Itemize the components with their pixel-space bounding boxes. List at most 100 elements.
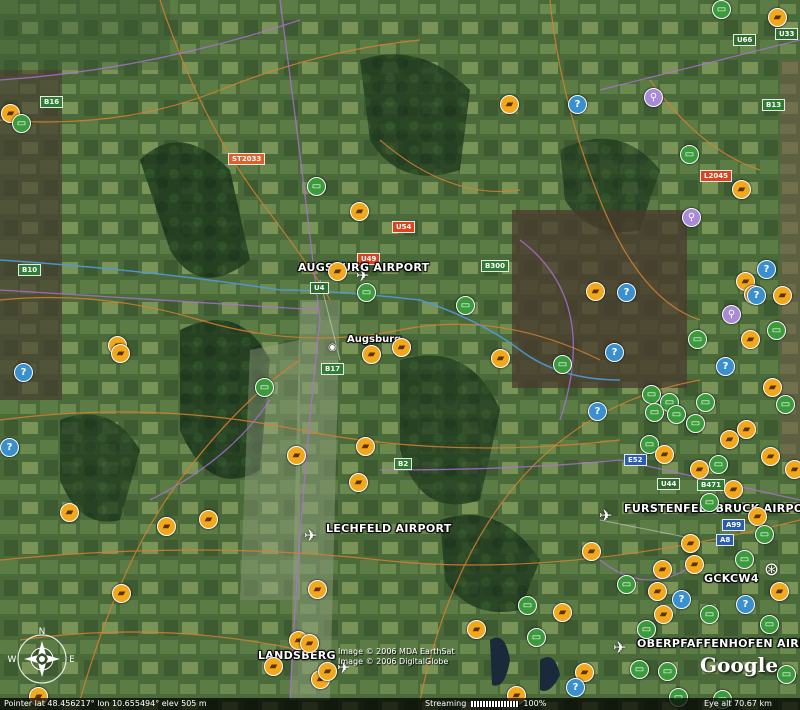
panorama-marker[interactable]: ▭ [642,385,661,404]
camera-marker[interactable]: ▰ [732,180,751,199]
camera-marker[interactable]: ▰ [500,95,519,114]
panorama-icon: ▭ [522,599,533,611]
question-marker[interactable]: ? [736,595,755,614]
question-marker[interactable]: ? [14,363,33,382]
lechfeld-airport-label[interactable]: LECHFELD AIRPORT [326,522,452,535]
panorama-marker[interactable]: ▭ [760,615,779,634]
question-marker[interactable]: ? [605,343,624,362]
camera-marker[interactable]: ▰ [111,344,130,363]
camera-marker[interactable]: ▰ [553,603,572,622]
camera-marker[interactable]: ▰ [582,542,601,561]
camera-marker[interactable]: ▰ [392,338,411,357]
camera-marker[interactable]: ▰ [770,582,789,601]
panorama-marker[interactable]: ▭ [688,330,707,349]
camera-marker[interactable]: ▰ [491,349,510,368]
question-marker[interactable]: ? [568,95,587,114]
target-icon[interactable]: ⊛ [764,561,779,579]
camera-marker[interactable]: ▰ [720,430,739,449]
panorama-icon: ▭ [764,618,775,630]
panorama-marker[interactable]: ▭ [527,628,546,647]
camera-marker[interactable]: ▰ [768,8,787,27]
panorama-marker[interactable]: ▭ [767,321,786,340]
panorama-marker[interactable]: ▭ [456,296,475,315]
panorama-marker[interactable]: ▭ [755,525,774,544]
city-pin-icon[interactable]: ◉ [328,340,337,356]
camera-marker[interactable]: ▰ [60,503,79,522]
oberpfaffenhofen-airport-label[interactable]: OBERPFAFFENHOFEN AIRP [637,637,800,650]
question-marker[interactable]: ? [757,260,776,279]
camera-marker[interactable]: ▰ [157,517,176,536]
camera-marker[interactable]: ▰ [648,582,667,601]
camera-marker[interactable]: ▰ [685,555,704,574]
camera-marker[interactable]: ▰ [112,584,131,603]
panorama-marker[interactable]: ▭ [735,550,754,569]
panorama-marker[interactable]: ▭ [696,393,715,412]
panorama-marker[interactable]: ▭ [680,145,699,164]
panorama-marker[interactable]: ▭ [307,177,326,196]
camera-marker[interactable]: ▰ [785,460,800,479]
airport-icon[interactable]: ✈ [599,508,612,524]
camera-marker[interactable]: ▰ [318,662,337,681]
camera-marker[interactable]: ▰ [308,580,327,599]
panorama-marker[interactable]: ▭ [553,355,572,374]
camera-marker[interactable]: ▰ [737,420,756,439]
question-marker[interactable]: ? [617,283,636,302]
question-marker[interactable]: ? [747,286,766,305]
panorama-marker[interactable]: ▭ [667,405,686,424]
map-view[interactable]: B16 ST2033 U54 U49 B10 B300 B17 B2 U66 U… [0,0,800,710]
camera-icon: ▰ [116,347,125,359]
compass-navigator[interactable]: N E W [5,625,79,693]
camera-marker[interactable]: ▰ [653,560,672,579]
camera-marker[interactable]: ▰ [350,202,369,221]
question-marker[interactable]: ? [0,438,19,457]
gckcw-label[interactable]: GCKCW4 [704,572,759,585]
camera-marker[interactable]: ▰ [761,447,780,466]
panorama-marker[interactable]: ▭ [357,283,376,302]
camera-marker[interactable]: ▰ [654,605,673,624]
camera-marker[interactable]: ▰ [773,286,792,305]
camera-marker[interactable]: ▰ [199,510,218,529]
panorama-marker[interactable]: ▭ [518,596,537,615]
camera-marker[interactable]: ▰ [724,480,743,499]
airport-icon[interactable]: ✈ [613,640,626,656]
panorama-marker[interactable]: ▭ [12,114,31,133]
placemark-marker[interactable]: ⚲ [682,208,701,227]
panorama-marker[interactable]: ▭ [255,378,274,397]
airport-icon[interactable]: ✈ [304,528,317,544]
question-icon: ? [611,346,618,358]
panorama-marker[interactable]: ▭ [637,620,656,639]
question-marker[interactable]: ? [716,357,735,376]
panorama-marker[interactable]: ▭ [630,660,649,679]
placemark-marker[interactable]: ⚲ [722,305,741,324]
panorama-marker[interactable]: ▭ [700,493,719,512]
camera-marker[interactable]: ▰ [655,445,674,464]
question-marker[interactable]: ? [566,678,585,697]
camera-marker[interactable]: ▰ [362,345,381,364]
panorama-marker[interactable]: ▭ [645,403,664,422]
camera-marker[interactable]: ▰ [264,657,283,676]
camera-marker[interactable]: ▰ [763,378,782,397]
camera-marker[interactable]: ▰ [356,437,375,456]
camera-marker[interactable]: ▰ [681,534,700,553]
panorama-marker[interactable]: ▭ [777,665,796,684]
panorama-marker[interactable]: ▭ [776,395,795,414]
camera-marker[interactable]: ▰ [586,282,605,301]
question-marker[interactable]: ? [672,590,691,609]
camera-marker[interactable]: ▰ [349,473,368,492]
camera-marker[interactable]: ▰ [690,460,709,479]
question-marker[interactable]: ? [588,402,607,421]
panorama-marker[interactable]: ▭ [709,455,728,474]
augsburg-airport-label[interactable]: AUGSBURG AIRPORT [298,261,429,274]
camera-marker[interactable]: ▰ [741,330,760,349]
camera-marker[interactable]: ▰ [300,634,319,653]
panorama-marker[interactable]: ▭ [712,0,731,19]
camera-marker[interactable]: ▰ [287,446,306,465]
camera-marker[interactable]: ▰ [328,262,347,281]
camera-marker[interactable]: ▰ [748,507,767,526]
panorama-marker[interactable]: ▭ [658,662,677,681]
camera-marker[interactable]: ▰ [467,620,486,639]
panorama-marker[interactable]: ▭ [617,575,636,594]
panorama-marker[interactable]: ▭ [700,605,719,624]
placemark-marker[interactable]: ⚲ [644,88,663,107]
panorama-marker[interactable]: ▭ [686,414,705,433]
